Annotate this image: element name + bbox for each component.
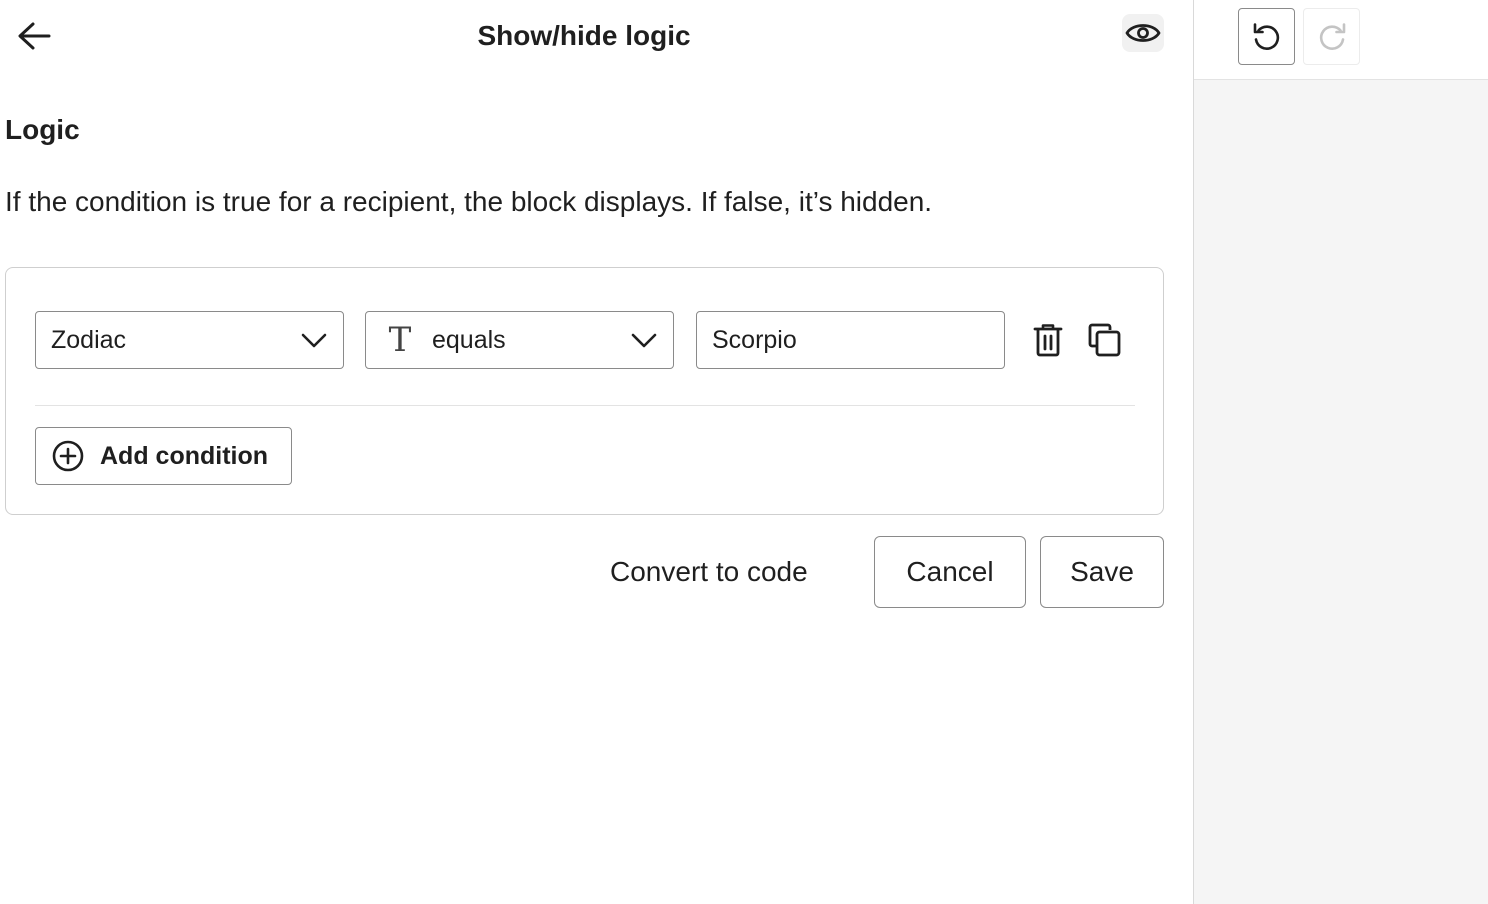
- convert-to-code-button[interactable]: Convert to code: [610, 556, 808, 592]
- copy-icon: [1088, 323, 1121, 357]
- eye-icon: [1125, 24, 1161, 42]
- add-condition-button[interactable]: Add condition: [35, 427, 292, 485]
- undo-button[interactable]: [1238, 8, 1295, 65]
- operator-select-value: equals: [432, 325, 506, 354]
- save-button[interactable]: Save: [1040, 536, 1164, 608]
- redo-icon: [1319, 22, 1345, 50]
- trash-icon: [1033, 324, 1063, 357]
- undo-icon: [1253, 22, 1279, 50]
- duplicate-condition-button[interactable]: [1087, 322, 1123, 358]
- page-title: Show/hide logic: [477, 20, 691, 51]
- delete-condition-button[interactable]: [1030, 322, 1066, 358]
- history-toolbar: [1194, 0, 1488, 80]
- preview-button[interactable]: [1122, 14, 1164, 52]
- chevron-down-icon: [301, 333, 327, 348]
- chevron-down-icon: [631, 333, 657, 348]
- preview-canvas: [1193, 0, 1488, 904]
- logic-description: If the condition is true for a recipient…: [5, 186, 933, 217]
- text-type-icon: T: [388, 320, 412, 360]
- field-select-value: Zodiac: [51, 325, 127, 354]
- logic-heading: Logic: [5, 114, 80, 145]
- add-condition-label: Add condition: [100, 441, 269, 470]
- field-select[interactable]: Zodiac: [35, 311, 344, 369]
- condition-value-input[interactable]: [696, 311, 1005, 369]
- divider: [35, 405, 1135, 406]
- operator-select[interactable]: T equals: [365, 311, 674, 369]
- cancel-button[interactable]: Cancel: [874, 536, 1026, 608]
- logic-editor-panel: Show/hide logic Logic If the condition i…: [0, 0, 1193, 904]
- plus-circle-icon: [52, 440, 84, 472]
- redo-button[interactable]: [1303, 8, 1360, 65]
- condition-card: Zodiac T equals Scorpio Add condition: [5, 267, 1164, 515]
